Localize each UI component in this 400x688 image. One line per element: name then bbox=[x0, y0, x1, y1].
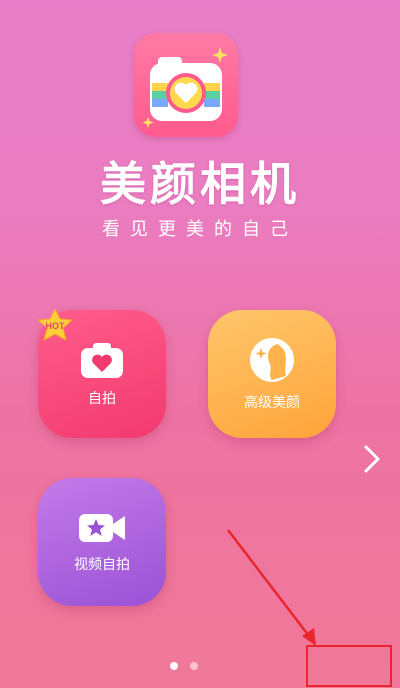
annotation-box bbox=[306, 645, 392, 687]
hot-badge-text: HOT bbox=[46, 321, 66, 331]
hot-badge-icon: HOT bbox=[36, 308, 74, 341]
app-logo bbox=[134, 33, 238, 137]
chevron-right-icon[interactable] bbox=[362, 443, 382, 475]
video-star-icon bbox=[79, 514, 125, 542]
video-selfie-tile[interactable]: 视频自拍 bbox=[38, 478, 166, 606]
camera-heart-icon bbox=[81, 343, 123, 378]
beauty-tile[interactable]: 高级美颜 bbox=[208, 310, 336, 438]
video-selfie-label: 视频自拍 bbox=[74, 557, 130, 573]
app-title: 美颜相机 bbox=[100, 157, 300, 211]
page-indicator bbox=[170, 662, 198, 670]
app-subtitle: 看见更美的自己 bbox=[102, 219, 298, 240]
beauty-label: 高级美颜 bbox=[244, 395, 300, 411]
selfie-label: 自拍 bbox=[88, 391, 116, 407]
page-dot-2[interactable] bbox=[190, 662, 198, 670]
face-sparkle-icon bbox=[250, 338, 294, 382]
page-dot-1[interactable] bbox=[170, 662, 178, 670]
